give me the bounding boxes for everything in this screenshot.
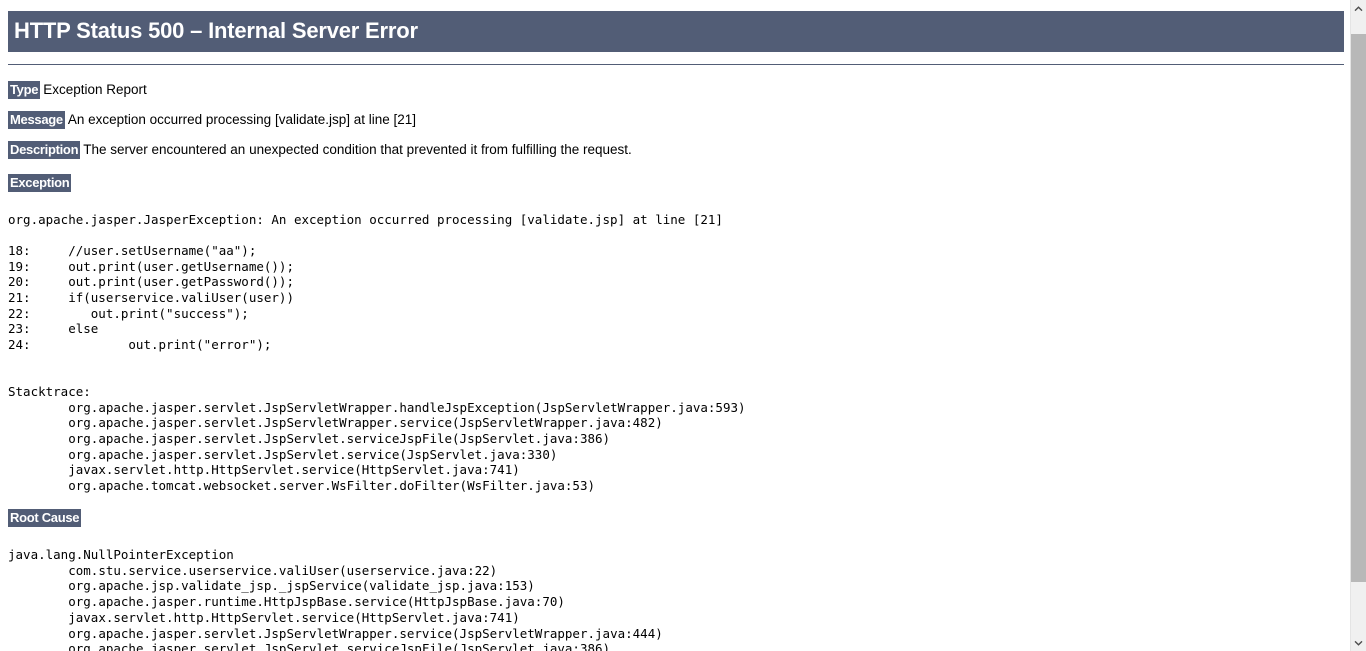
chevron-up-icon [1354, 5, 1363, 11]
field-description-label: Description [8, 141, 81, 160]
jsp-source-snippet: 18: //user.setUsername("aa"); 19: out.pr… [8, 242, 294, 353]
scroll-down-button[interactable] [1351, 634, 1366, 651]
error-page: HTTP Status 500 – Internal Server Error … [0, 0, 1350, 651]
field-type: Type Exception Report [8, 81, 1344, 99]
exception-message: org.apache.jasper.JasperException: An ex… [8, 211, 723, 227]
root-cause-body: java.lang.NullPointerException com.stu.s… [8, 546, 663, 651]
chevron-down-icon [1354, 640, 1363, 646]
exception-heading-label: Exception [8, 173, 72, 192]
scrollbar-thumb[interactable] [1351, 34, 1366, 582]
field-type-label: Type [8, 81, 41, 99]
field-description: Description The server encountered an une… [8, 141, 1344, 160]
field-type-value: Exception Report [43, 82, 147, 97]
vertical-scrollbar[interactable] [1350, 0, 1366, 651]
field-description-value: The server encountered an unexpected con… [83, 142, 632, 158]
root-cause-heading-label: Root Cause [8, 508, 82, 527]
page-title: HTTP Status 500 – Internal Server Error [8, 11, 1344, 52]
scrollbar-track[interactable] [1351, 17, 1366, 634]
stacktrace-label: Stacktrace: [8, 383, 91, 399]
stacktrace-body: org.apache.jasper.servlet.JspServletWrap… [68, 399, 746, 494]
field-message: Message An exception occurred processing … [8, 111, 1344, 130]
exception-heading: Exception [8, 173, 1344, 192]
scroll-up-button[interactable] [1351, 0, 1366, 17]
field-message-label: Message [8, 111, 65, 130]
title-divider [8, 64, 1344, 65]
field-message-value: An exception occurred processing [valida… [67, 112, 417, 128]
page-content: HTTP Status 500 – Internal Server Error … [0, 11, 1350, 651]
root-cause-heading: Root Cause [8, 508, 1344, 527]
